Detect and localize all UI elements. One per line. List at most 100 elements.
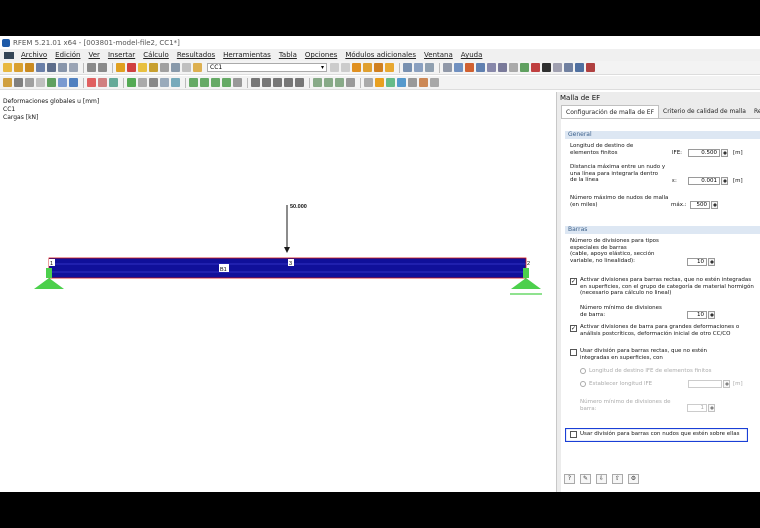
member-icon[interactable] [69,78,78,87]
edit-icon[interactable]: ✎ [580,474,591,484]
min-divisions-spinner[interactable] [708,311,715,319]
surface-icon[interactable] [109,78,118,87]
set-icon[interactable] [149,78,158,87]
menu-ayuda[interactable]: Ayuda [457,51,487,59]
rotate-icon[interactable] [295,78,304,87]
section-icon[interactable] [487,63,496,72]
set-length-spinner[interactable] [723,380,730,388]
export-icon[interactable]: ⇧ [612,474,623,484]
guide-icon[interactable] [542,63,551,72]
menu-opciones[interactable]: Opciones [301,51,341,59]
configure-icon[interactable] [408,78,417,87]
loadcase-icon[interactable] [193,63,202,72]
panel-icon[interactable] [182,63,191,72]
zoom-out-icon[interactable] [262,78,271,87]
node-icon[interactable] [47,78,56,87]
help-icon[interactable]: ? [564,474,575,484]
member-beam[interactable] [48,257,527,279]
layers-icon[interactable] [335,78,344,87]
support-left[interactable] [34,278,64,289]
tools-icon[interactable] [364,78,373,87]
menu-herramientas[interactable]: Herramientas [219,51,275,59]
zoom-in-icon[interactable] [251,78,260,87]
open-file-icon[interactable] [14,63,23,72]
calculate-all-icon[interactable] [138,63,147,72]
menu-ver[interactable]: Ver [85,51,104,59]
min-div-members-spinner[interactable] [708,404,715,412]
more-icon[interactable] [430,78,439,87]
show-results-icon[interactable] [149,63,158,72]
zoom-icon[interactable] [425,63,434,72]
menu-insertar[interactable]: Insertar [104,51,139,59]
report-icon[interactable] [419,78,428,87]
tab-mesh-settings[interactable]: Configuración de malla de EF [561,105,660,119]
import-icon[interactable]: ⇩ [596,474,607,484]
tab-refinement[interactable]: Refinam [750,105,760,118]
view-z-icon[interactable] [211,78,220,87]
activate-straight-checkbox[interactable]: ✓ [570,278,577,285]
show-loads-icon[interactable] [352,63,361,72]
clipboard-icon[interactable] [553,63,562,72]
special-divisions-input[interactable]: 10 [687,258,707,266]
hinge-icon[interactable] [98,78,107,87]
support-icon[interactable] [87,78,96,87]
workplane-icon[interactable] [564,63,573,72]
snap-icon[interactable] [575,63,584,72]
calculate-icon[interactable] [116,63,125,72]
min-divisions-input[interactable]: 10 [687,311,707,319]
navigator-icon[interactable] [171,63,180,72]
animation-icon[interactable] [385,63,394,72]
move-icon[interactable] [520,63,529,72]
cut-icon[interactable] [14,78,23,87]
menu-modulos-adicionales[interactable]: Módulos adicionales [341,51,420,59]
menu-resultados[interactable]: Resultados [173,51,219,59]
max-distance-spinner[interactable] [721,177,728,185]
filter-icon[interactable] [313,78,322,87]
save-icon[interactable] [36,63,45,72]
fe-mesh-icon[interactable] [171,78,180,87]
print-icon[interactable] [58,63,67,72]
dimension-icon[interactable] [498,63,507,72]
max-nodes-spinner[interactable] [711,201,718,209]
open-recent-icon[interactable] [25,63,34,72]
next-loadcase-icon[interactable] [341,63,350,72]
menu-ventana[interactable]: Ventana [420,51,457,59]
max-nodes-input[interactable]: 500 [690,201,710,209]
nodes-on-members-checkbox[interactable] [570,431,577,438]
measure-icon[interactable] [509,63,518,72]
pencil-icon[interactable] [3,78,12,87]
load-arrow[interactable] [284,205,290,253]
tab-mesh-quality[interactable]: Criterio de calidad de malla [659,105,750,118]
set-length-radio[interactable] [580,381,586,387]
selection-icon[interactable] [443,63,452,72]
model-viewport[interactable]: Deformaciones globales u [mm] CC1 Cargas… [0,92,556,492]
settings-icon[interactable]: ⚙ [628,474,639,484]
min-div-members-input[interactable]: 1 [687,404,707,412]
opening-icon[interactable] [138,78,147,87]
target-length-spinner[interactable] [721,149,728,157]
app-menu-icon[interactable] [4,51,14,59]
large-deform-checkbox[interactable]: ✓ [570,325,577,332]
render-icon[interactable] [465,63,474,72]
new-file-icon[interactable] [3,63,12,72]
grid-icon[interactable] [414,63,423,72]
zoom-window-icon[interactable] [273,78,282,87]
info-icon[interactable] [397,78,406,87]
results-icon[interactable] [127,63,136,72]
view-x-icon[interactable] [189,78,198,87]
menu-calculo[interactable]: Cálculo [139,51,173,59]
show-deformations-icon[interactable] [363,63,372,72]
line-icon[interactable] [58,78,67,87]
print-report-icon[interactable] [69,63,78,72]
pick-icon[interactable] [25,78,34,87]
module-icon[interactable] [375,78,384,87]
dropdown-icon[interactable] [36,78,45,87]
solid-icon[interactable] [127,78,136,87]
show-values-icon[interactable] [374,63,383,72]
previous-loadcase-icon[interactable] [330,63,339,72]
zoom-all-icon[interactable] [284,78,293,87]
undo-icon[interactable] [87,63,96,72]
delete-icon[interactable] [531,63,540,72]
loadcase-select[interactable]: CC1 ▾ [207,63,327,72]
surfaces-division-checkbox[interactable] [570,349,577,356]
